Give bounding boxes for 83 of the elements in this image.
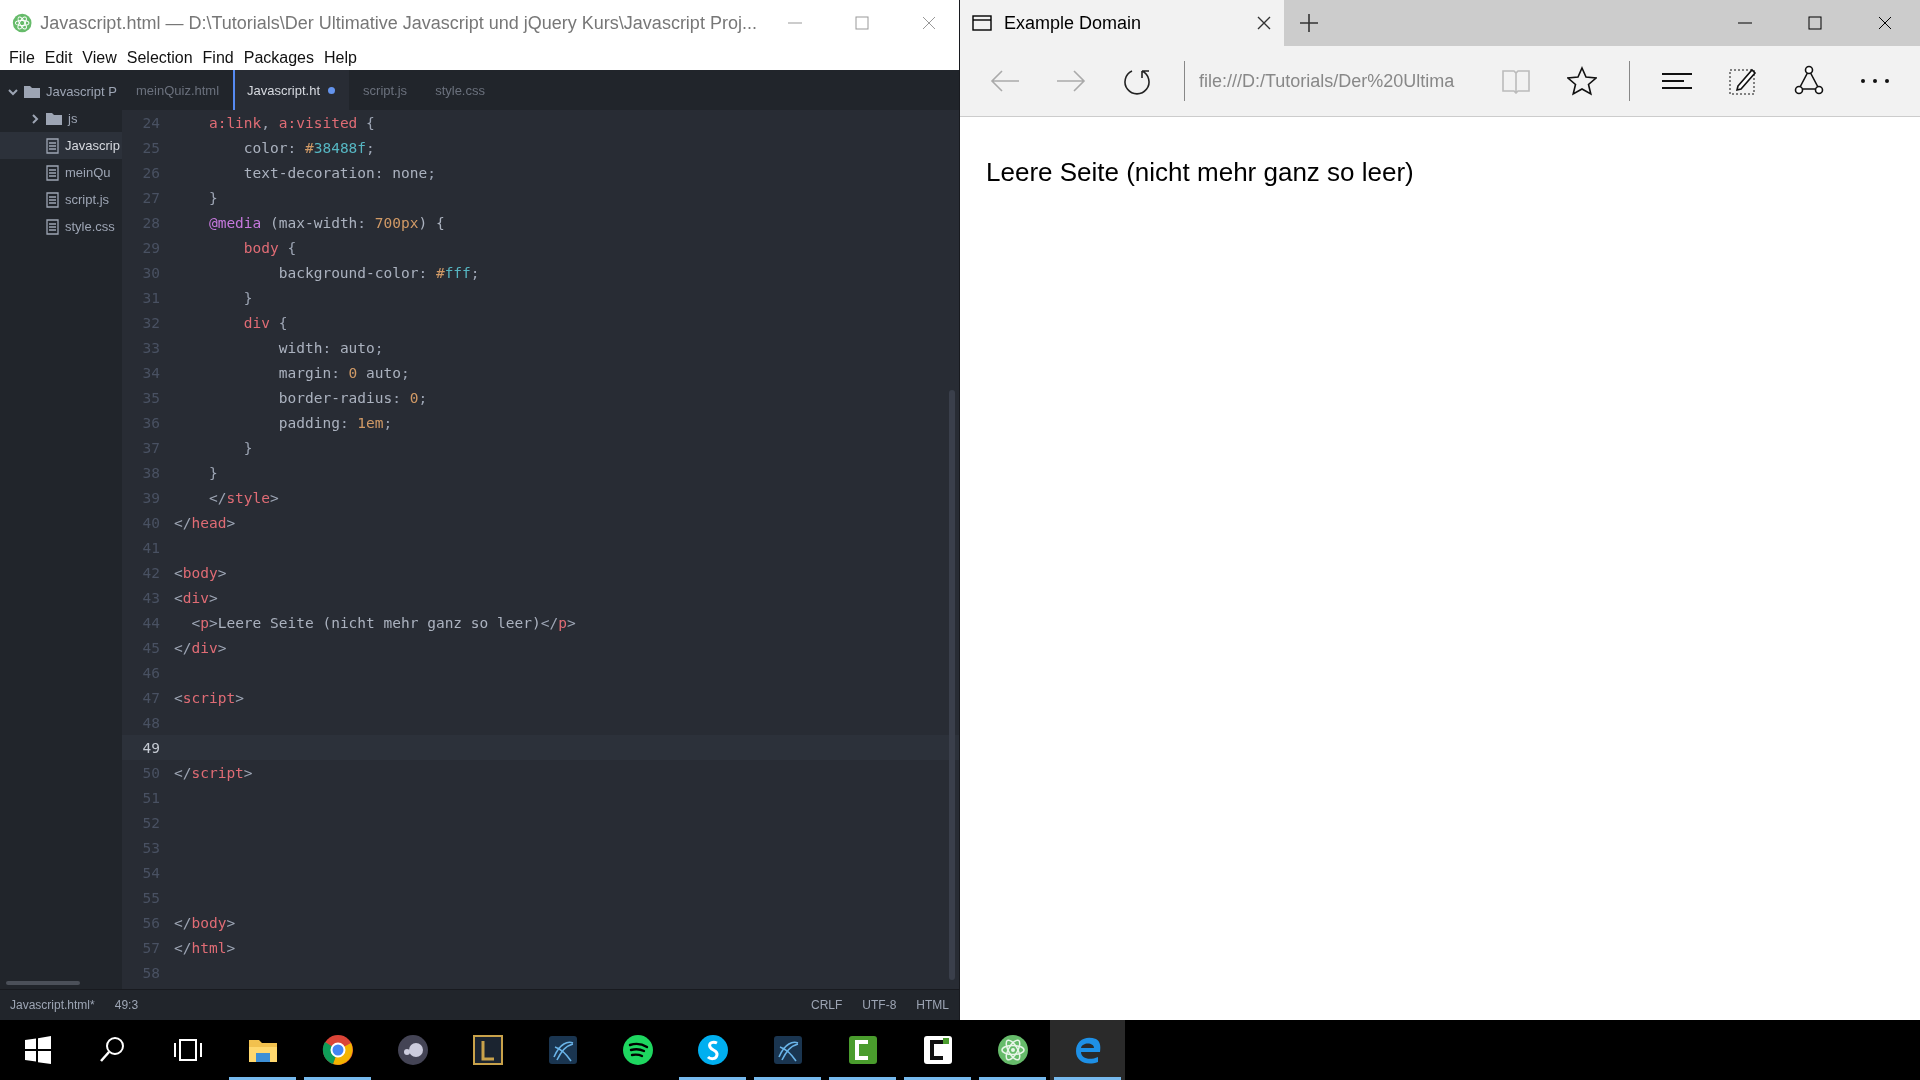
menu-item[interactable]: Edit (39, 49, 78, 67)
plus-icon (1299, 13, 1319, 33)
disc-icon (395, 1033, 430, 1067)
page-text: Leere Seite (nicht mehr ganz so leer) (986, 157, 1415, 188)
code-line: <script> (174, 689, 244, 706)
file-icon (46, 191, 59, 208)
code-line: <p>Leere Seite (nicht mehr ganz so leer)</p> (190, 614, 576, 631)
window-title: Javascript.html — D:\Tutorials\Der Ultimative Javascript und jQuery Kurs\Javascript Proj... (40, 12, 757, 34)
code-line: </div> (174, 639, 227, 656)
code-line: </style> (207, 489, 279, 506)
back-arrow-icon (989, 69, 1021, 93)
menu-item[interactable]: View (77, 49, 122, 67)
chevron-down-icon[interactable] (8, 86, 18, 97)
code-line: a:link, a:visited { (207, 114, 375, 131)
grammar[interactable]: HTML (916, 998, 949, 1012)
menu-item[interactable]: Help (318, 49, 362, 67)
tree-item[interactable]: meinQu (0, 159, 122, 186)
code-line: } (242, 439, 253, 456)
code-line: body { (242, 239, 297, 256)
folder-icon (46, 112, 62, 125)
tree-item-label: Javascript P (46, 84, 117, 99)
code-line: margin: 0 auto; (277, 364, 410, 381)
minimize-icon (1738, 22, 1752, 24)
file-icon (46, 137, 59, 154)
encoding[interactable]: UTF-8 (862, 998, 897, 1012)
line-number: 49 (141, 739, 161, 756)
file-name[interactable]: Javascript.html* (10, 998, 95, 1012)
tile-icon (470, 1033, 505, 1067)
code-line: } (207, 189, 218, 206)
code-line: </html> (174, 939, 236, 956)
close-icon (921, 15, 938, 31)
taskbar-button[interactable] (1050, 1020, 1125, 1080)
maximize-icon (1807, 15, 1823, 31)
tree-item[interactable]: Javascrip (0, 132, 122, 159)
menu-item[interactable]: Selection (121, 49, 198, 67)
cursor-position[interactable]: 49:3 (114, 998, 139, 1012)
circle-logo-icon (320, 1033, 355, 1067)
forward-arrow-icon (1055, 69, 1087, 93)
folder-icon (24, 85, 40, 98)
tree-item[interactable]: script.js (0, 186, 122, 213)
code-line: } (207, 464, 218, 481)
code-line: <body> (174, 564, 227, 581)
file-icon (46, 218, 59, 235)
menu-item[interactable]: Packages (238, 49, 319, 67)
code-line: </script> (174, 764, 253, 781)
tree-item-label: style.css (65, 219, 115, 234)
code-line: width: auto; (277, 339, 384, 356)
code-line: </head> (174, 514, 236, 531)
scrollbar[interactable] (6, 981, 80, 985)
tree-item-label: js (68, 111, 78, 126)
tree-item-label: Javascrip (65, 138, 120, 153)
line-ending[interactable]: CRLF (811, 998, 843, 1012)
tree-item[interactable]: style.css (0, 213, 122, 240)
maximize-icon (853, 15, 870, 31)
code-line: </body> (174, 914, 236, 931)
code-line: text-decoration: none; (242, 164, 436, 181)
code-line: } (242, 289, 253, 306)
code-line: div { (242, 314, 288, 331)
atom-icon (12, 11, 33, 35)
close-tab-button[interactable] (1256, 15, 1272, 31)
editor-tab[interactable]: Javascript.ht (233, 70, 350, 110)
tree-item[interactable]: js (0, 105, 122, 132)
code-line: color: #38488f; (242, 139, 375, 156)
minimize-icon (787, 22, 802, 24)
browser-tab[interactable]: Example Domain (960, 0, 1284, 46)
tree-item-label: meinQu (65, 165, 111, 180)
tab-title: Example Domain (1004, 12, 1143, 34)
code-line: @media (max-width: 700px) { (207, 214, 445, 231)
page-icon (972, 15, 992, 31)
atom-icon (995, 1033, 1030, 1067)
code-line: border-radius: 0; (277, 389, 428, 406)
close-icon (1877, 15, 1893, 31)
menu-item[interactable]: Find (197, 49, 239, 67)
tree-item-label: script.js (65, 192, 110, 207)
file-icon (46, 164, 59, 181)
chevron-right-icon[interactable] (30, 113, 40, 124)
menu-item[interactable]: File (4, 49, 40, 67)
code-line: padding: 1em; (277, 414, 393, 431)
code-line: <div> (174, 589, 218, 606)
wave-disc-icon (620, 1033, 655, 1067)
tree-item[interactable]: Javascript P (0, 78, 122, 105)
s-disc-icon (695, 1033, 730, 1067)
code-line: background-color: #fff; (277, 264, 480, 281)
